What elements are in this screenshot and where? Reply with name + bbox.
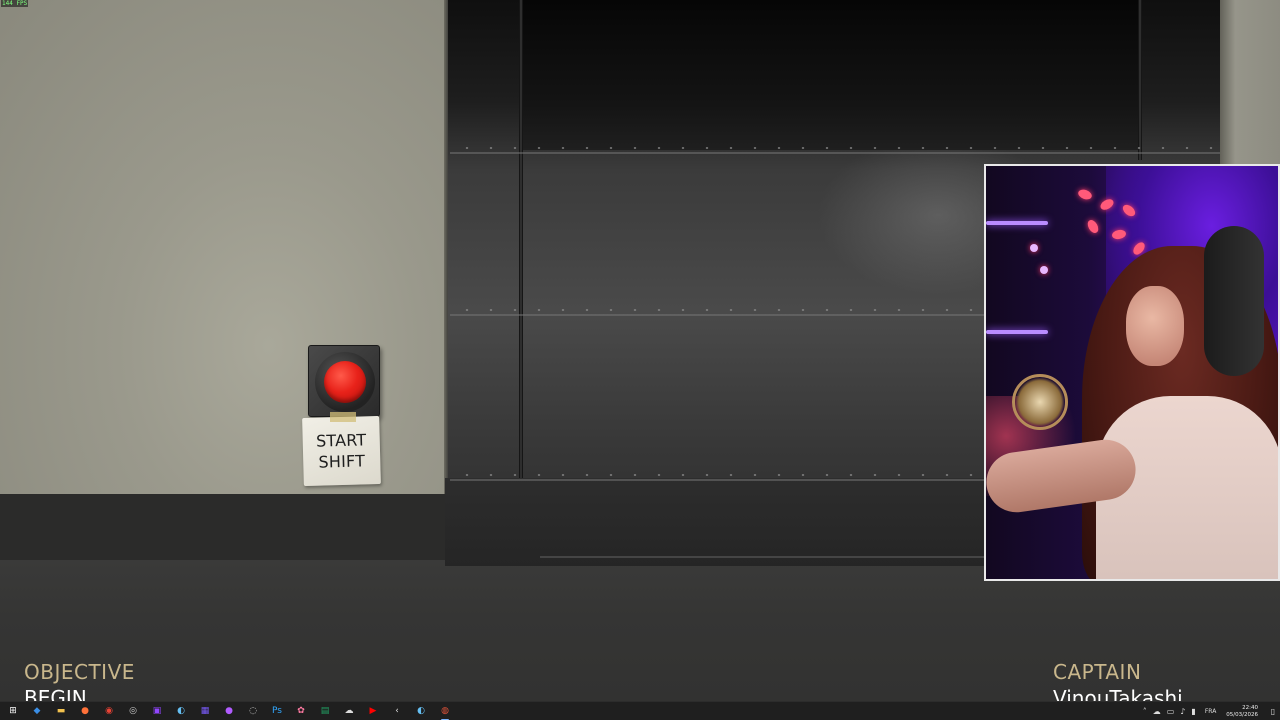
- rivet-row-3: [455, 474, 980, 476]
- volume-icon[interactable]: ♪: [1180, 707, 1185, 716]
- windows-icon[interactable]: ⊞: [6, 704, 20, 718]
- light-sparkle: [1040, 266, 1048, 274]
- objective-value: BEGIN: [24, 686, 87, 701]
- pale-wall-right: [1216, 0, 1280, 170]
- streamer-face: [1126, 286, 1184, 366]
- headset: [1204, 226, 1264, 376]
- shutter-floor-rail: [540, 556, 984, 558]
- start-shift-button[interactable]: [308, 345, 380, 417]
- led-strip-lower: [986, 330, 1048, 334]
- fps-counter: 144 FPS: [1, 0, 29, 7]
- notification-icon[interactable]: ▯: [1266, 702, 1280, 720]
- blue-app-icon[interactable]: ◆: [30, 704, 44, 718]
- start-shift-note: START SHIFT: [302, 416, 381, 486]
- shutter-top-panel: [520, 0, 1140, 150]
- red-button-icon[interactable]: [324, 361, 366, 403]
- steam-icon[interactable]: ◐: [174, 704, 188, 718]
- network-icon[interactable]: ▭: [1167, 707, 1175, 716]
- twitch-icon[interactable]: ▣: [150, 704, 164, 718]
- captain-value: VinouTakashi: [1053, 686, 1183, 701]
- cloud-icon[interactable]: ☁: [1153, 707, 1161, 716]
- light-petal: [1085, 218, 1101, 235]
- shutter-bottom-panel: [445, 478, 985, 566]
- cloud-icon[interactable]: ☁: [342, 704, 356, 718]
- shutter-seam-2: [450, 314, 984, 316]
- purple-circle-icon[interactable]: ●: [222, 704, 236, 718]
- grid-icon[interactable]: ▦: [198, 704, 212, 718]
- wall-base: [0, 494, 448, 560]
- photoshop-icon[interactable]: Ps: [270, 704, 284, 718]
- rivet-row-1: [455, 147, 1215, 149]
- shutter-seam-3: [450, 479, 984, 481]
- taskbar-apps: ⊞ ◆ ▬ ● ◉ ◎ ▣ ◐ ▦ ● ◌ Ps ✿ ▤ ☁ ▶ ‹ ◐ ◍: [0, 704, 457, 720]
- light-sparkle: [1030, 244, 1038, 252]
- rivet-row-2: [455, 309, 980, 311]
- shutter-seam-1: [450, 152, 1220, 154]
- game-viewport[interactable]: START SHIFT 144 FPS OBJECTIVE BEGIN CAPT…: [0, 0, 1280, 720]
- clock-date: 05/03/2026: [1226, 711, 1258, 718]
- shutter-right-post: [1138, 0, 1142, 160]
- chrome-icon[interactable]: ◉: [102, 704, 116, 718]
- clock[interactable]: 22:40 05/03/2026: [1226, 705, 1258, 719]
- objective-label: OBJECTIVE: [24, 660, 135, 684]
- pale-wall: [0, 0, 448, 494]
- button-housing: [315, 352, 375, 412]
- folder-icon[interactable]: ▬: [54, 704, 68, 718]
- language-indicator[interactable]: FRA: [1205, 708, 1216, 715]
- light-petal: [1076, 187, 1094, 202]
- microphone: [1012, 374, 1068, 430]
- elgato-icon[interactable]: ◌: [246, 704, 260, 718]
- firefox-icon[interactable]: ●: [78, 704, 92, 718]
- led-strip: [986, 221, 1048, 225]
- system-tray: ˄ ☁ ▭ ♪ ▮ FRA 22:40 05/03/2026 ▯: [1140, 702, 1280, 720]
- webcam-overlay: [984, 164, 1280, 581]
- power-icon[interactable]: ▮: [1191, 707, 1195, 716]
- clock-time: 22:40: [1242, 704, 1258, 711]
- tape-strip: [330, 412, 356, 422]
- chevron-up-icon[interactable]: ˄: [1143, 707, 1147, 716]
- flower-icon[interactable]: ✿: [294, 704, 308, 718]
- steam-icon[interactable]: ◐: [414, 704, 428, 718]
- windows-taskbar: ⊞ ◆ ▬ ● ◉ ◎ ▣ ◐ ▦ ● ◌ Ps ✿ ▤ ☁ ▶ ‹ ◐ ◍ ˄ ☁ ▭ ♪ ▮ FRA 22:40…: [0, 701, 1280, 720]
- spreadsheet-icon[interactable]: ▤: [318, 704, 332, 718]
- start-shift-label: START SHIFT: [315, 430, 367, 472]
- chevron-icon[interactable]: ‹: [390, 704, 404, 718]
- shutter-left-post: [519, 0, 523, 556]
- game-icon[interactable]: ◍: [438, 704, 452, 720]
- youtube-icon[interactable]: ▶: [366, 704, 380, 718]
- globe-icon[interactable]: ◎: [126, 704, 140, 718]
- captain-label: CAPTAIN: [1053, 660, 1142, 684]
